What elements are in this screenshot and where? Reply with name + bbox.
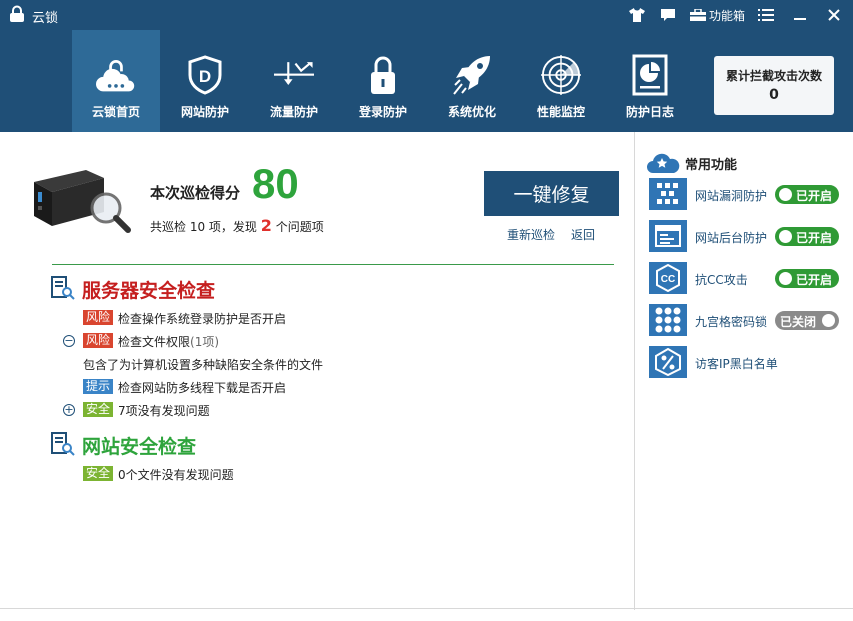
server-check-title: 服务器安全检查 [82,280,216,302]
nav-traffic-protection[interactable]: 流量防护 [250,30,338,132]
vulnerability-protection-label[interactable]: 网站漏洞防护 [695,187,767,204]
cloud-star-icon [647,153,680,173]
nav-login-protection[interactable]: 登录防护 [339,30,427,132]
anti-cc-label[interactable]: 抗CC攻击 [695,271,748,288]
no-file-problem-text: 0个文件没有发现问题 [118,468,234,482]
expand-icon[interactable]: + [63,404,75,416]
nav-protection-log-label: 防护日志 [625,105,674,119]
title-bar: 云锁 功能箱 [0,0,853,30]
bottom-border [0,608,853,609]
check-file-permission-count: (1项) [190,335,220,349]
toggle-label: 已开启 [796,189,833,203]
grid-password-lock-toggle[interactable]: 已关闭 [775,311,839,330]
cloud-lock-icon [96,54,136,96]
admin-protection-toggle[interactable]: 已开启 [775,227,839,246]
toggle-label: 已关闭 [780,315,817,329]
nav-protection-log[interactable]: 防护日志 [606,30,694,132]
admin-protection-label[interactable]: 网站后台防护 [695,229,767,246]
website-check-title: 网站安全检查 [82,436,197,458]
no-problem-text: 7项没有发现问题 [118,404,210,418]
top-bar: 云锁 功能箱 云锁首页 D 网站防护 流量防护 登录防护 系统优化 性能监控 防… [0,0,853,132]
scan-summary: 共巡检 10 项，发现 2 个问题项 [150,216,324,235]
check-file-permission-text: 检查文件权限(1项) [118,333,219,350]
grid-lock-icon [649,304,687,336]
vulnerability-shield-icon [649,178,687,210]
nav-performance-monitor-label: 性能监控 [536,105,585,119]
toggle-knob [779,188,792,201]
svg-text:CC: CC [661,274,675,285]
app-logo-icon [10,5,24,22]
skin-shirt-icon[interactable] [628,6,646,24]
radar-icon [541,54,581,96]
server-magnifier-icon [34,170,131,233]
check-login-protection-text: 检查操作系统登录防护是否开启 [118,312,287,326]
collapse-icon[interactable]: − [63,335,75,347]
minimize-icon[interactable] [791,6,809,24]
panel-divider [634,132,635,610]
nav-system-optimization[interactable]: 系统优化 [428,30,516,132]
ip-list-icon [649,346,687,378]
menu-icon[interactable] [757,6,775,24]
anti-cc-toggle[interactable]: 已开启 [775,269,839,288]
vulnerability-protection-toggle[interactable]: 已开启 [775,185,839,204]
log-document-icon [630,54,670,96]
back-link[interactable]: 返回 [571,226,595,243]
toggle-label: 已开启 [796,273,833,287]
scan-panel: 本次巡检得分 80 共巡检 10 项，发现 2 个问题项 一键修复 重新巡检 返… [0,132,634,610]
toggle-label: 已开启 [796,231,833,245]
one-click-fix-button[interactable]: 一键修复 [484,171,619,216]
safe-badge: 安全 [83,402,114,417]
padlock-icon [363,54,403,96]
nav-website-protection[interactable]: D 网站防护 [161,30,249,132]
traffic-arrow-icon [274,54,314,96]
visitor-ip-list-label[interactable]: 访客IP黑白名单 [695,355,778,372]
toggle-knob [822,314,835,327]
common-functions-title: 常用功能 [685,158,738,173]
rescan-link[interactable]: 重新巡检 [507,226,555,243]
risk-badge: 风险 [83,310,114,325]
close-icon[interactable] [825,6,843,24]
score-value: 80 [252,160,299,207]
app-title: 云锁 [32,11,59,26]
toolbox-label: 功能箱 [709,8,746,23]
score-label: 本次巡检得分 [150,184,241,202]
message-icon[interactable] [659,6,677,24]
problem-count: 2 [260,216,272,235]
toggle-knob [779,272,792,285]
attack-counter-value: 0 [769,87,779,103]
nav-login-protection-label: 登录防护 [358,105,407,119]
grid-password-lock-label[interactable]: 九宫格密码锁 [695,313,767,330]
website-check-icon [51,432,75,456]
rocket-icon [452,54,492,96]
nav-website-protection-label: 网站防护 [180,105,229,119]
server-check-icon [51,276,75,300]
toggle-knob [779,230,792,243]
attack-counter-label: 累计拦截攻击次数 [725,69,822,83]
check-file-permission-label: 检查文件权限 [118,335,191,349]
summary-prefix: 共巡检 10 项，发现 [150,220,257,234]
nav-home-label: 云锁首页 [91,105,140,119]
nav-traffic-protection-label: 流量防护 [269,105,318,119]
shield-d-icon: D [185,54,225,96]
nav-performance-monitor[interactable]: 性能监控 [517,30,605,132]
toolbox-button[interactable]: 功能箱 [690,6,745,24]
summary-suffix: 个问题项 [275,220,324,234]
safe-badge: 安全 [83,466,114,481]
file-permission-detail: 包含了为计算机设置多种缺陷安全条件的文件 [83,358,324,372]
cc-attack-icon: CC [649,262,687,294]
nav-home[interactable]: 云锁首页 [72,30,160,132]
nav-system-optimization-label: 系统优化 [447,105,496,119]
admin-panel-icon [649,220,687,252]
tip-badge: 提示 [83,379,114,394]
toolbox-icon [690,9,706,21]
risk-badge: 风险 [83,333,114,348]
attack-counter: 累计拦截攻击次数 0 [714,56,834,115]
divider [52,264,614,265]
check-multithread-download-text: 检查网站防多线程下载是否开启 [118,381,287,395]
svg-text:D: D [199,67,211,86]
